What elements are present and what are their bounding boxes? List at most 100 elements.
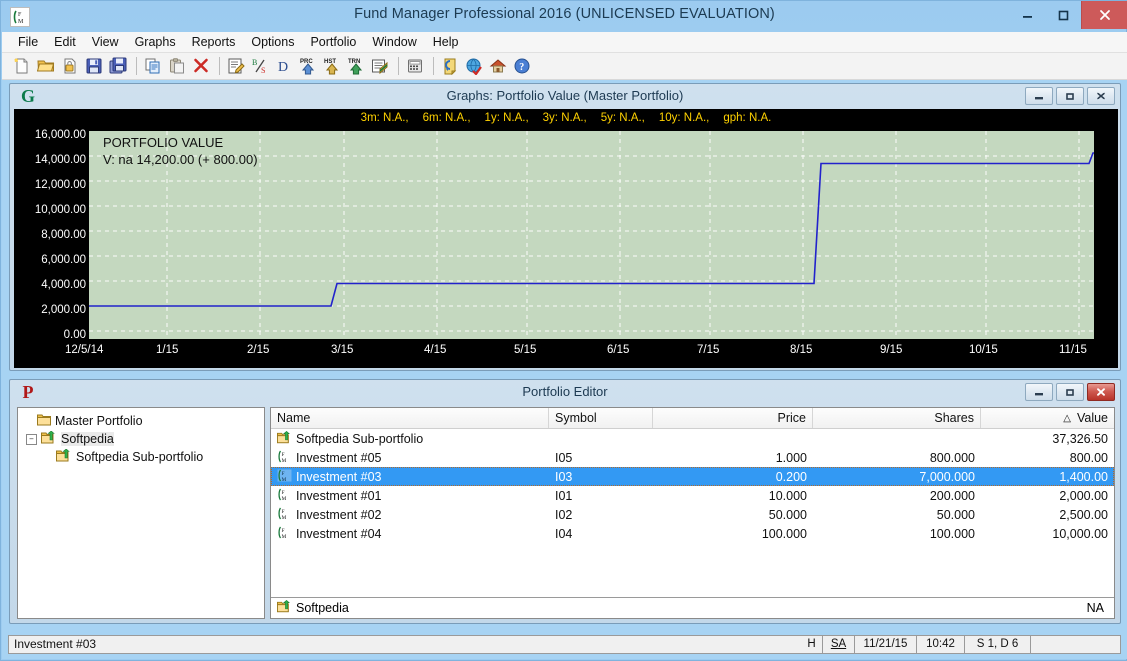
table-row[interactable]: Softpedia Sub-portfolio 37,326.50 <box>271 429 1114 448</box>
menu-item-file[interactable]: File <box>10 32 46 52</box>
paste-icon[interactable] <box>166 55 188 77</box>
x-tick-8: 8/15 <box>790 344 813 356</box>
x-tick-2: 2/15 <box>247 344 270 356</box>
notes-icon[interactable] <box>439 55 461 77</box>
tree-item-master-portfolio[interactable]: Master Portfolio <box>18 412 264 430</box>
help-icon[interactable]: ? <box>511 55 533 77</box>
column-header-value-label: Value <box>1076 411 1108 425</box>
status-cell-sa-label: SA <box>830 638 847 650</box>
column-header-price[interactable]: Price <box>653 408 813 428</box>
status-cell-sa[interactable]: SA <box>823 634 855 654</box>
table-row[interactable]: F M Investment #02 I02 50.000 50.000 2,5… <box>271 505 1114 524</box>
table-row[interactable]: F M Investment #03 I03 0.200 7,000.000 1… <box>271 467 1114 486</box>
y-tick-10000: 10,000.00 <box>34 204 86 216</box>
portfolio-tree[interactable]: Master Portfolio – Softpedia Softpedia S… <box>17 407 265 619</box>
close-button[interactable] <box>1081 1 1127 29</box>
cell-shares: 100.000 <box>929 526 975 541</box>
menu-item-help[interactable]: Help <box>425 32 467 52</box>
portfolio-editor-titlebar: P Portfolio Editor <box>10 380 1120 405</box>
row-name-label: Investment #03 <box>296 469 382 484</box>
tree-item-softpedia[interactable]: – Softpedia <box>18 430 264 448</box>
split-shares-icon[interactable]: B S <box>249 55 271 77</box>
cell-shares: 800.000 <box>929 450 975 465</box>
plot-area[interactable]: PORTFOLIO VALUE V: na 14,200.00 (+ 800.0… <box>89 131 1094 339</box>
toolbar-separator <box>398 57 399 75</box>
investment-icon: F M <box>277 507 292 523</box>
menu-item-options[interactable]: Options <box>243 32 302 52</box>
history-update-icon[interactable]: HST <box>321 55 343 77</box>
menu-item-reports[interactable]: Reports <box>184 32 244 52</box>
transaction-update-icon[interactable]: TRN <box>345 55 367 77</box>
graphs-window-buttons <box>1025 87 1115 105</box>
column-header-shares[interactable]: Shares <box>813 408 981 428</box>
maximize-button[interactable] <box>1045 1 1081 29</box>
home-icon[interactable] <box>487 55 509 77</box>
graphs-close-button[interactable] <box>1087 87 1115 105</box>
cell-price: 50.000 <box>768 507 807 522</box>
menu-item-window[interactable]: Window <box>364 32 424 52</box>
x-tick-5: 5/15 <box>514 344 537 356</box>
table-row[interactable]: F M Investment #04 I04 100.000 100.000 1… <box>271 524 1114 543</box>
calculator-icon[interactable] <box>404 55 426 77</box>
svg-text:PRC: PRC <box>300 59 313 65</box>
cell-symbol: I04 <box>555 526 573 541</box>
y-tick-8000: 8,000.00 <box>41 229 86 241</box>
editor-minimize-button[interactable] <box>1025 383 1053 401</box>
table-body: Softpedia Sub-portfolio 37,326.50 F M In… <box>271 429 1114 597</box>
x-tick-3: 3/15 <box>331 344 354 356</box>
portfolio-editor-title: Portfolio Editor <box>522 384 608 399</box>
minimize-button[interactable] <box>1009 1 1045 29</box>
column-header-value[interactable]: △ Value <box>981 408 1114 428</box>
y-tick-0: 0.00 <box>63 329 86 341</box>
portfolio-icon <box>41 430 57 447</box>
cell-shares: 200.000 <box>929 488 975 503</box>
svg-text:TRN: TRN <box>348 59 360 65</box>
new-file-icon[interactable] <box>11 55 33 77</box>
menu-item-graphs[interactable]: Graphs <box>127 32 184 52</box>
cell-symbol: I05 <box>555 450 573 465</box>
application-window: F M Fund Manager Professional 2016 (UNLI… <box>0 0 1127 661</box>
portfolio-icon <box>277 600 292 616</box>
y-tick-16000: 16,000.00 <box>34 129 86 141</box>
graph-canvas[interactable]: 3m: N.A., 6m: N.A., 1y: N.A., 3y: N.A., … <box>14 109 1118 368</box>
tree-item-softpedia-sub-portfolio[interactable]: Softpedia Sub-portfolio <box>18 448 264 466</box>
web-update-icon[interactable] <box>463 55 485 77</box>
x-tick-11: 11/15 <box>1059 344 1087 356</box>
column-header-name[interactable]: Name <box>271 408 549 428</box>
overlay-title: PORTFOLIO VALUE <box>103 135 224 150</box>
y-tick-12000: 12,000.00 <box>34 179 86 191</box>
distribution-icon[interactable]: D <box>273 55 295 77</box>
table-row[interactable]: F M Investment #05 I05 1.000 800.000 800… <box>271 448 1114 467</box>
overlay-value: V: na 14,200.00 (+ 800.00) <box>103 152 258 167</box>
menu-item-edit[interactable]: Edit <box>46 32 84 52</box>
portfolio-editor-window: P Portfolio Editor Master Portfolio – So… <box>9 379 1121 624</box>
tree-expander-icon[interactable]: – <box>26 433 37 445</box>
editor-restore-button[interactable] <box>1056 383 1084 401</box>
menu-item-portfolio[interactable]: Portfolio <box>302 32 364 52</box>
lock-file-icon[interactable] <box>59 55 81 77</box>
save-all-icon[interactable] <box>107 55 129 77</box>
title-bar: F M Fund Manager Professional 2016 (UNLI… <box>1 1 1127 32</box>
graphs-restore-button[interactable] <box>1056 87 1084 105</box>
toolbar: B S D PRC HST TRN ? <box>2 53 1127 80</box>
editor-close-button[interactable] <box>1087 383 1115 401</box>
tree-item-label: Softpedia Sub-portfolio <box>76 450 204 464</box>
graphs-minimize-button[interactable] <box>1025 87 1053 105</box>
status-cell-date: 11/21/15 <box>855 634 917 654</box>
cell-value: 1,400.00 <box>1059 469 1108 484</box>
column-header-symbol[interactable]: Symbol <box>549 408 653 428</box>
edit-note-icon[interactable] <box>225 55 247 77</box>
toolbar-separator <box>433 57 434 75</box>
toolbar-separator <box>219 57 220 75</box>
x-tick-10: 10/15 <box>969 344 998 356</box>
report-icon[interactable] <box>369 55 391 77</box>
status-cell-h[interactable]: H <box>801 634 823 654</box>
cell-value: 37,326.50 <box>1052 431 1108 446</box>
copy-icon[interactable] <box>142 55 164 77</box>
save-icon[interactable] <box>83 55 105 77</box>
table-row[interactable]: F M Investment #01 I01 10.000 200.000 2,… <box>271 486 1114 505</box>
open-folder-icon[interactable] <box>35 55 57 77</box>
delete-icon[interactable] <box>190 55 212 77</box>
menu-item-view[interactable]: View <box>84 32 127 52</box>
price-update-icon[interactable]: PRC <box>297 55 319 77</box>
